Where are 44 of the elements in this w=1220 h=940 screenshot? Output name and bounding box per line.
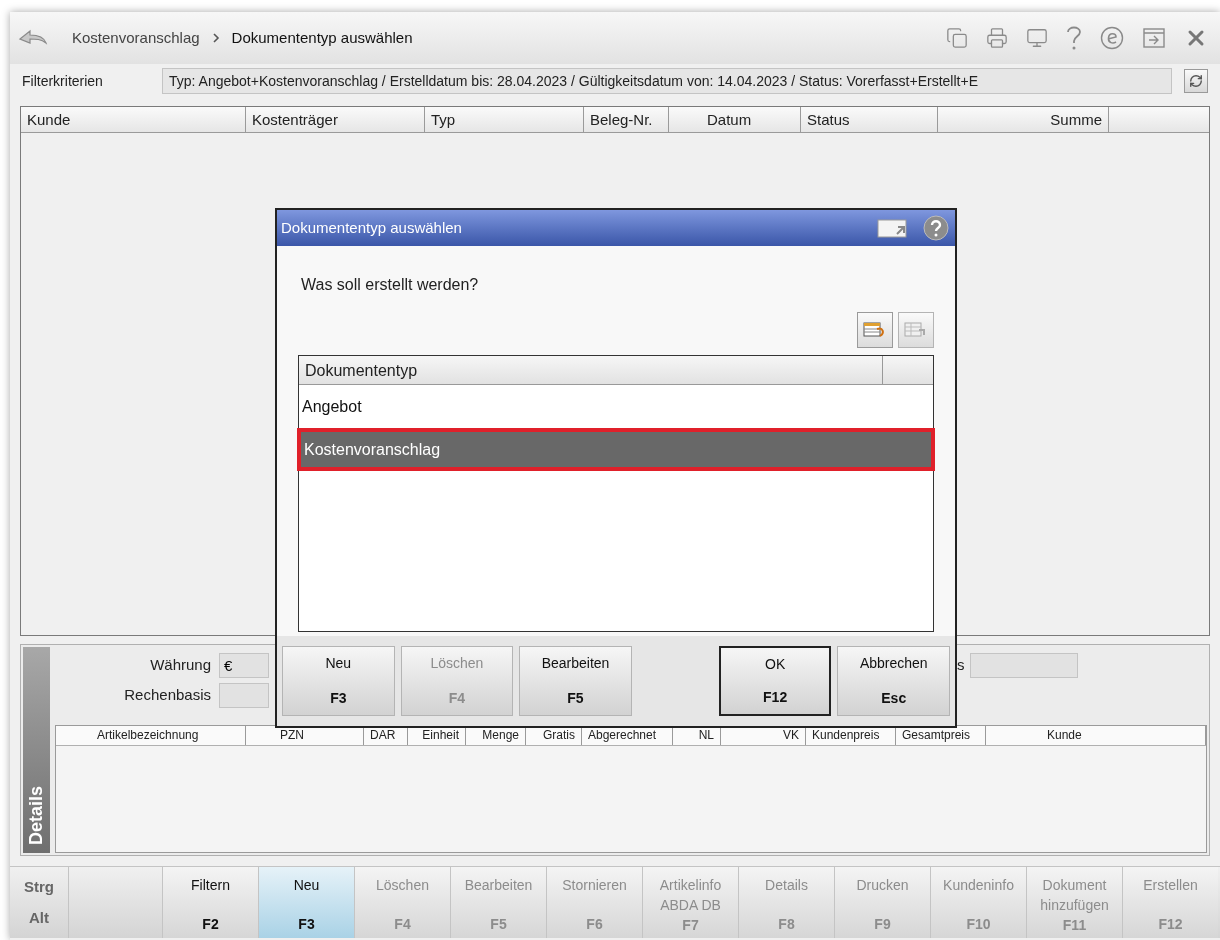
column-header[interactable]: Datum bbox=[701, 107, 801, 132]
monitor-icon[interactable] bbox=[1026, 27, 1048, 49]
circled-e-icon[interactable] bbox=[1100, 26, 1124, 50]
chevron-right-icon bbox=[211, 32, 220, 44]
column-header[interactable]: Kostenträger bbox=[246, 107, 425, 132]
dialog-button[interactable]: Bearbeiten F5 bbox=[519, 646, 632, 716]
table-settings-button[interactable] bbox=[898, 312, 934, 348]
column-header[interactable]: Typ bbox=[425, 107, 584, 132]
function-key-button[interactable]: Filtern F2 bbox=[162, 867, 258, 938]
help-icon[interactable] bbox=[1066, 25, 1082, 51]
column-header[interactable]: Status bbox=[801, 107, 938, 132]
column-header[interactable]: Beleg-Nr. bbox=[584, 107, 669, 132]
text-field[interactable] bbox=[969, 653, 1078, 678]
copy-icon[interactable] bbox=[946, 27, 968, 49]
column-header[interactable]: Kunde bbox=[21, 107, 246, 132]
dialog-button[interactable]: Neu F3 bbox=[282, 646, 395, 716]
column-header[interactable]: Kunde bbox=[1041, 726, 1206, 745]
breadcrumb-current: Dokumententyp auswählen bbox=[231, 27, 413, 48]
currency-field[interactable]: € bbox=[219, 653, 269, 678]
breadcrumb-link[interactable]: Kostenvoranschlag bbox=[72, 26, 200, 50]
filter-label: Filterkriterien bbox=[22, 71, 104, 91]
modifier-key-label: Alt bbox=[29, 908, 49, 928]
basis-field[interactable] bbox=[219, 683, 269, 708]
function-key-button[interactable]: Neu F3 bbox=[258, 867, 354, 938]
table-reset-button[interactable] bbox=[857, 312, 893, 348]
dialog-button[interactable]: Abbrechen Esc bbox=[837, 646, 951, 716]
dialog-title: Dokumententyp auswählen bbox=[281, 217, 462, 238]
filter-field[interactable]: Typ: Angebot+Kostenvoranschlag / Erstelldatum bis: 28.04.2023 / Gültigkeitsdatum von: 14.04.2023 / Status: Vorerfasst+Erstellt+E bbox=[162, 68, 1172, 94]
field-label: s bbox=[957, 655, 965, 676]
help-icon[interactable] bbox=[923, 215, 949, 241]
column-header[interactable]: Artikelbezeichnung bbox=[91, 726, 246, 745]
table-icon bbox=[904, 321, 928, 339]
refresh-icon bbox=[1189, 74, 1203, 88]
printer-icon[interactable] bbox=[986, 27, 1008, 49]
modifier-key-label: Strg bbox=[24, 876, 54, 897]
details-side-tab[interactable]: Details bbox=[23, 647, 50, 853]
field-label: Rechenbasis bbox=[123, 685, 212, 706]
table-arrow-icon bbox=[863, 321, 887, 339]
dialog-button[interactable]: OK F12 bbox=[718, 646, 832, 716]
list-row[interactable]: Kostenvoranschlag bbox=[297, 428, 935, 471]
column-header[interactable]: Summe bbox=[1006, 107, 1109, 132]
field-label: Währung bbox=[149, 655, 212, 676]
dialog-prompt: Was soll erstellt werden? bbox=[301, 275, 480, 295]
refresh-button[interactable] bbox=[1184, 69, 1208, 93]
